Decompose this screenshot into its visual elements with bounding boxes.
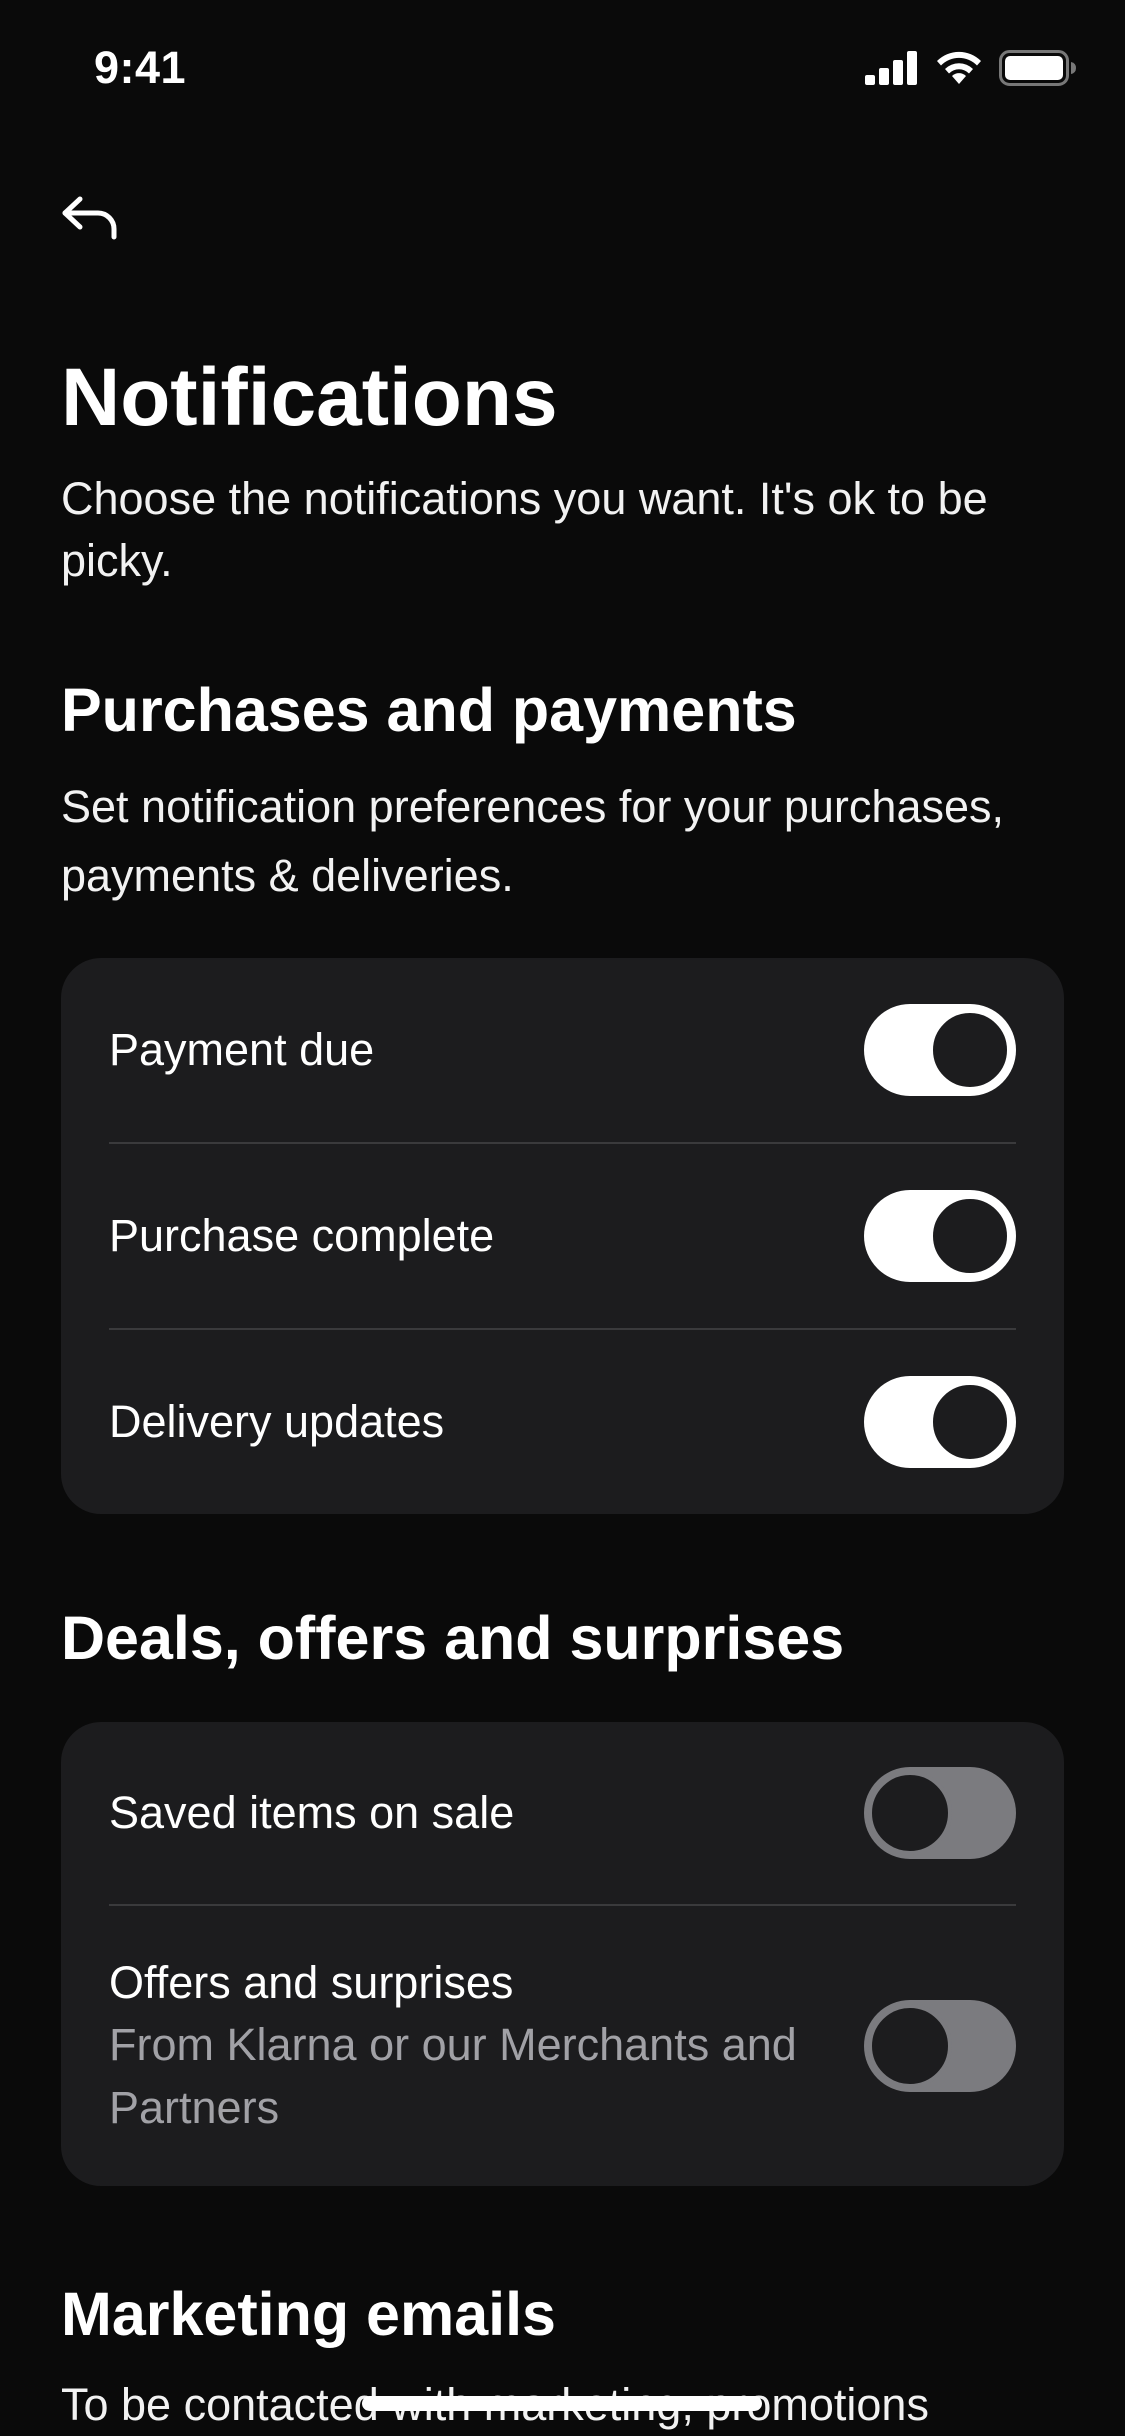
toggle-knob (868, 1771, 952, 1855)
setting-sublabel: From Klarna or our Merchants and Partner… (109, 2019, 797, 2133)
toggle-knob (928, 1008, 1012, 1092)
delivery-updates-toggle[interactable] (864, 1376, 1016, 1468)
setting-row-payment-due[interactable]: Payment due (109, 958, 1016, 1142)
section-title-deals: Deals, offers and surprises (61, 1604, 845, 1672)
toggle-knob (868, 2004, 952, 2088)
setting-label: Purchase complete (109, 1210, 495, 1261)
setting-text: Offers and surprises From Klarna or our … (109, 1953, 799, 2139)
section-desc-purchases: Set notification preferences for your pu… (61, 781, 1005, 901)
offers-and-surprises-toggle[interactable] (864, 2000, 1016, 2092)
page-subtitle: Choose the notifications you want. It's … (61, 473, 988, 586)
section-title-marketing: Marketing emails (61, 2280, 556, 2348)
setting-label: Payment due (109, 1024, 375, 1075)
home-indicator[interactable] (362, 2396, 762, 2411)
battery-icon (999, 50, 1077, 91)
toggle-knob (928, 1194, 1012, 1278)
status-bar: 9:41 (0, 0, 1125, 140)
back-button[interactable] (52, 182, 128, 258)
purchases-card: Payment due Purchase complete Delivery u… (61, 958, 1064, 1514)
page-title: Notifications (61, 352, 558, 443)
status-icons (865, 50, 1077, 91)
purchase-complete-toggle[interactable] (864, 1190, 1016, 1282)
toggle-knob (928, 1380, 1012, 1464)
setting-row-delivery-updates[interactable]: Delivery updates (109, 1328, 1016, 1514)
payment-due-toggle[interactable] (864, 1004, 1016, 1096)
saved-items-on-sale-toggle[interactable] (864, 1767, 1016, 1859)
setting-row-offers-and-surprises[interactable]: Offers and surprises From Klarna or our … (109, 1904, 1016, 2186)
setting-row-saved-items-on-sale[interactable]: Saved items on sale (109, 1722, 1016, 1904)
setting-label: Offers and surprises (109, 1957, 514, 2008)
cellular-signal-icon (865, 51, 919, 90)
section-title-purchases: Purchases and payments (61, 676, 797, 744)
status-time: 9:41 (94, 42, 187, 93)
setting-label: Saved items on sale (109, 1787, 515, 1838)
deals-card: Saved items on sale Offers and surprises… (61, 1722, 1064, 2186)
setting-row-purchase-complete[interactable]: Purchase complete (109, 1142, 1016, 1328)
back-arrow-icon (60, 193, 120, 248)
wifi-icon (935, 50, 983, 91)
setting-label: Delivery updates (109, 1396, 445, 1447)
